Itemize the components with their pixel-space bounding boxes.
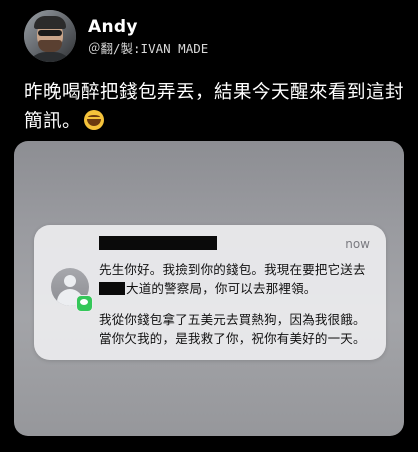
post-text: 昨晚喝醉把錢包弄丟，結果今天醒來看到這封簡訊。 xyxy=(24,78,404,136)
message-line-a: 先生你好。我撿到你的錢包。我現在要把它送去 xyxy=(99,262,366,277)
redacted-sender xyxy=(99,236,217,250)
redacted-street xyxy=(99,281,125,295)
user-handle[interactable]: ＠翻/製:IVAN MADE xyxy=(88,42,208,56)
message-notification: now 先生你好。我撿到你的錢包。我現在要把它送去大道的警察局，你可以去那裡領。… xyxy=(34,225,386,360)
user-avatar[interactable] xyxy=(24,10,76,62)
joy-emoji-icon xyxy=(84,110,105,130)
post-text-content: 昨晚喝醉把錢包弄丟，結果今天醒來看到這封簡訊。 xyxy=(24,82,405,132)
message-body-part2: 我從你錢包拿了五美元去買熱狗，因為我很餓。當你欠我的，是我救了你，祝你有美好的一… xyxy=(99,312,366,346)
message-line-b: 大道的警察局，你可以去那裡領。 xyxy=(126,280,317,296)
messages-app-icon xyxy=(76,295,93,312)
notification-time: now xyxy=(345,237,370,251)
post-image[interactable]: now 先生你好。我撿到你的錢包。我現在要把它送去大道的警察局，你可以去那裡領。… xyxy=(14,141,404,436)
user-names: Andy ＠翻/製:IVAN MADE xyxy=(88,16,208,56)
display-name[interactable]: Andy xyxy=(88,16,208,38)
message-body-part1: 先生你好。我撿到你的錢包。我現在要把它送去大道的警察局，你可以去那裡領。 xyxy=(99,261,374,298)
post-header: Andy ＠翻/製:IVAN MADE xyxy=(24,10,208,62)
